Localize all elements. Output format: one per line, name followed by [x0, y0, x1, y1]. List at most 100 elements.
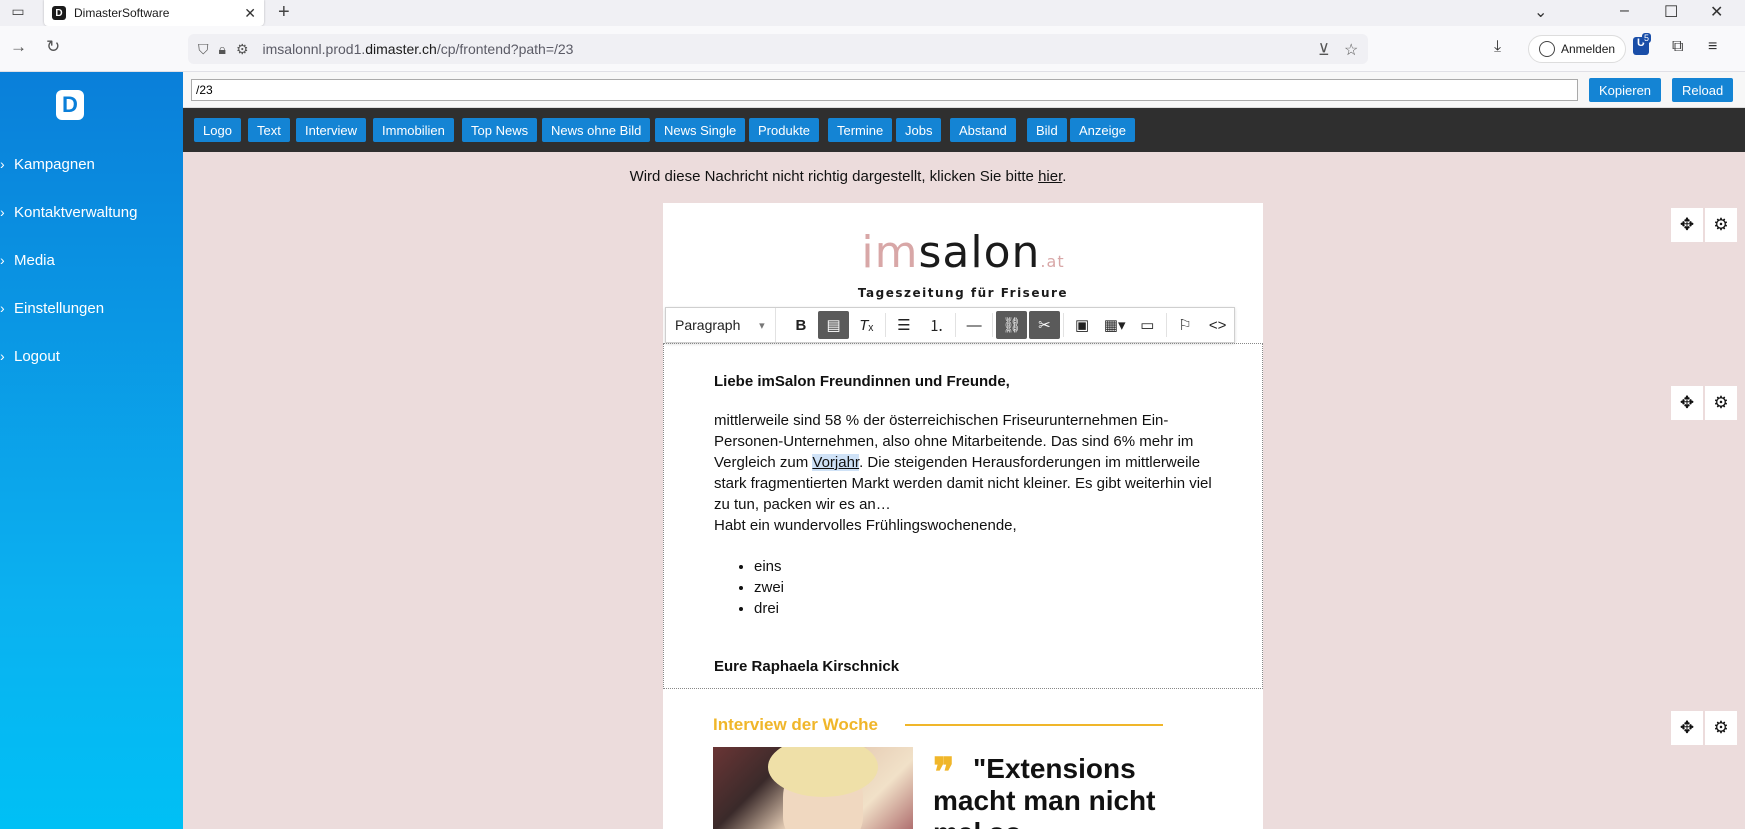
- reload-button[interactable]: Reload: [1672, 78, 1734, 102]
- view-online-notice: Wird diese Nachricht nicht richtig darge…: [183, 168, 1513, 185]
- toolbar-divider: [884, 313, 886, 337]
- toolbar-divider: [1062, 313, 1064, 337]
- block-settings-gear-icon[interactable]: ⚙: [1705, 386, 1737, 420]
- image-icon[interactable]: ▣: [1067, 311, 1098, 339]
- minimize-icon[interactable]: –: [1620, 2, 1629, 20]
- toolbar-divider: [992, 313, 994, 337]
- sidebar-item-media[interactable]: Media: [0, 252, 55, 269]
- list-item[interactable]: eins: [754, 556, 784, 577]
- block-top-news-button[interactable]: Top News: [462, 118, 538, 142]
- toolbar-divider: [954, 313, 956, 337]
- block-text-button[interactable]: Text: [248, 118, 290, 142]
- notice-link[interactable]: hier: [1038, 168, 1062, 185]
- block-news-ohne-bild-button[interactable]: News ohne Bild: [542, 118, 651, 142]
- logo-tagline: Tageszeitung für Friseure: [857, 286, 1069, 300]
- list-item[interactable]: drei: [754, 598, 784, 619]
- block-format-select[interactable]: Paragraph: [666, 308, 776, 342]
- notice-end: .: [1062, 168, 1067, 185]
- interview-photo[interactable]: [713, 747, 913, 829]
- menu-icon[interactable]: ≡: [1708, 38, 1717, 56]
- block-settings-gear-icon[interactable]: ⚙: [1705, 208, 1737, 242]
- toolbar-divider: [1165, 313, 1167, 337]
- bullet-list-icon[interactable]: ☰: [889, 311, 920, 339]
- block-termine-button[interactable]: Termine: [828, 118, 893, 142]
- sidebar-item-logout[interactable]: Logout: [0, 348, 60, 365]
- tab-list-icon[interactable]: ▭: [8, 3, 28, 23]
- browser-tabstrip: ▭ D DimasterSoftware ✕ + ⌄ – ☐ ✕: [0, 0, 1745, 26]
- copy-button[interactable]: Kopieren: [1589, 78, 1662, 102]
- numbered-list-icon[interactable]: ⒈: [921, 311, 952, 339]
- url-text[interactable]: imsalonnl.prod1.dimaster.ch/cp/frontend?…: [263, 41, 574, 57]
- extension-badge-count: 5: [1642, 33, 1652, 43]
- interview-headline[interactable]: "Extensions macht man nicht mal so: [933, 753, 1203, 829]
- bullet-list[interactable]: eins zwei drei: [754, 556, 784, 619]
- intro-paragraph[interactable]: mittlerweile sind 58 % der österreichisc…: [714, 410, 1214, 536]
- close-tab-icon[interactable]: ✕: [244, 5, 256, 22]
- highlighted-link-text[interactable]: Vorjahr: [812, 454, 860, 471]
- block-news-single-button[interactable]: News Single: [655, 118, 746, 142]
- forward-icon[interactable]: →: [10, 37, 27, 57]
- bookmark-star-icon[interactable]: ☆: [1344, 40, 1358, 60]
- move-block-icon[interactable]: ✥: [1671, 208, 1703, 242]
- richtext-toolbar: Paragraph B ▤ Tₓ ☰ ⒈ — ⛓ ✂ ▣ ▦▾ ▭ ⚐ <>: [665, 307, 1235, 343]
- install-app-icon[interactable]: ⊻: [1318, 40, 1330, 60]
- newsletter-canvas: imsalon.at Tageszeitung für Friseure Par…: [663, 203, 1263, 829]
- signin-button[interactable]: Anmelden: [1528, 35, 1627, 63]
- address-bar[interactable]: ⛉ 🔒︎ ⚙︎ imsalonnl.prod1.dimaster.ch/cp/f…: [188, 34, 1368, 64]
- browser-navbar: → ↻ ⛉ 🔒︎ ⚙︎ imsalonnl.prod1.dimaster.ch/…: [0, 26, 1745, 72]
- move-block-icon[interactable]: ✥: [1671, 386, 1703, 420]
- downloads-icon[interactable]: ⤓: [1494, 38, 1501, 56]
- list-item[interactable]: zwei: [754, 577, 784, 598]
- editor-main: Kopieren Reload Logo Text Interview Immo…: [183, 72, 1745, 829]
- block-logo-button[interactable]: Logo: [194, 118, 241, 142]
- lock-icon[interactable]: 🔒︎: [219, 41, 226, 58]
- anchor-bookmark-icon[interactable]: ⚐: [1170, 311, 1201, 339]
- block-settings-gear-icon[interactable]: ⚙: [1705, 711, 1737, 745]
- tab-title: DimasterSoftware: [74, 6, 170, 20]
- block-toolbar: Logo Text Interview Immobilien Top News …: [183, 108, 1745, 152]
- clear-formatting-icon[interactable]: Tₓ: [851, 311, 882, 339]
- browser-tab-active[interactable]: D DimasterSoftware ✕: [44, 0, 264, 26]
- new-tab-icon[interactable]: +: [278, 1, 290, 24]
- text-block-editor[interactable]: Liebe imSalon Freundinnen und Freunde, m…: [663, 343, 1263, 689]
- imsalon-logo[interactable]: imsalon.at Tageszeitung für Friseure: [663, 227, 1263, 301]
- account-icon: [1539, 41, 1555, 57]
- horizontal-rule-icon[interactable]: —: [959, 311, 990, 339]
- block-interview-button[interactable]: Interview: [296, 118, 367, 142]
- block-bild-button[interactable]: Bild: [1027, 118, 1067, 142]
- sidebar-item-kontaktverwaltung[interactable]: Kontaktverwaltung: [0, 204, 137, 221]
- greeting-text[interactable]: Liebe imSalon Freundinnen und Freunde,: [714, 371, 1010, 392]
- sidebar-item-einstellungen[interactable]: Einstellungen: [0, 300, 104, 317]
- bold-icon[interactable]: B: [786, 311, 817, 339]
- logo-wordmark: imsalon.at: [861, 227, 1065, 278]
- sidebar-item-kampagnen[interactable]: Kampagnen: [0, 156, 95, 173]
- signature-text[interactable]: Eure Raphaela Kirschnick: [714, 656, 899, 677]
- closing-line[interactable]: Habt ein wundervolles Frühlingswochenend…: [714, 517, 1017, 534]
- dimaster-favicon-icon: D: [52, 6, 66, 20]
- block-anzeige-button[interactable]: Anzeige: [1070, 118, 1135, 142]
- path-input[interactable]: [191, 79, 1578, 101]
- table-icon[interactable]: ▦▾: [1099, 311, 1130, 339]
- media-icon[interactable]: ▭: [1132, 311, 1163, 339]
- reload-icon[interactable]: ↻: [46, 37, 60, 57]
- source-code-icon[interactable]: <>: [1202, 311, 1233, 339]
- block-immobilien-button[interactable]: Immobilien: [373, 118, 454, 142]
- maximize-icon[interactable]: ☐: [1664, 2, 1678, 22]
- interview-section-title[interactable]: Interview der Woche: [713, 715, 878, 735]
- notice-text: Wird diese Nachricht nicht richtig darge…: [629, 168, 1039, 185]
- block-jobs-button[interactable]: Jobs: [896, 118, 942, 142]
- paste-as-text-icon[interactable]: ▤: [818, 311, 849, 339]
- block-produkte-button[interactable]: Produkte: [749, 118, 820, 142]
- unlink-icon[interactable]: ✂: [1029, 311, 1060, 339]
- chevron-down-icon[interactable]: ⌄: [1534, 2, 1547, 22]
- sidebar: D Kampagnen Kontaktverwaltung Media Eins…: [0, 72, 183, 829]
- link-icon[interactable]: ⛓: [996, 311, 1028, 339]
- permissions-icon[interactable]: ⚙︎: [236, 41, 249, 58]
- move-block-icon[interactable]: ✥: [1671, 711, 1703, 745]
- close-window-icon[interactable]: ✕: [1710, 2, 1723, 22]
- dimaster-logo-icon[interactable]: D: [56, 90, 84, 120]
- path-bar: Kopieren Reload: [183, 72, 1745, 108]
- shield-icon[interactable]: ⛉: [198, 41, 209, 58]
- extensions-puzzle-icon[interactable]: ⧉: [1672, 38, 1683, 56]
- block-abstand-button[interactable]: Abstand: [950, 118, 1016, 142]
